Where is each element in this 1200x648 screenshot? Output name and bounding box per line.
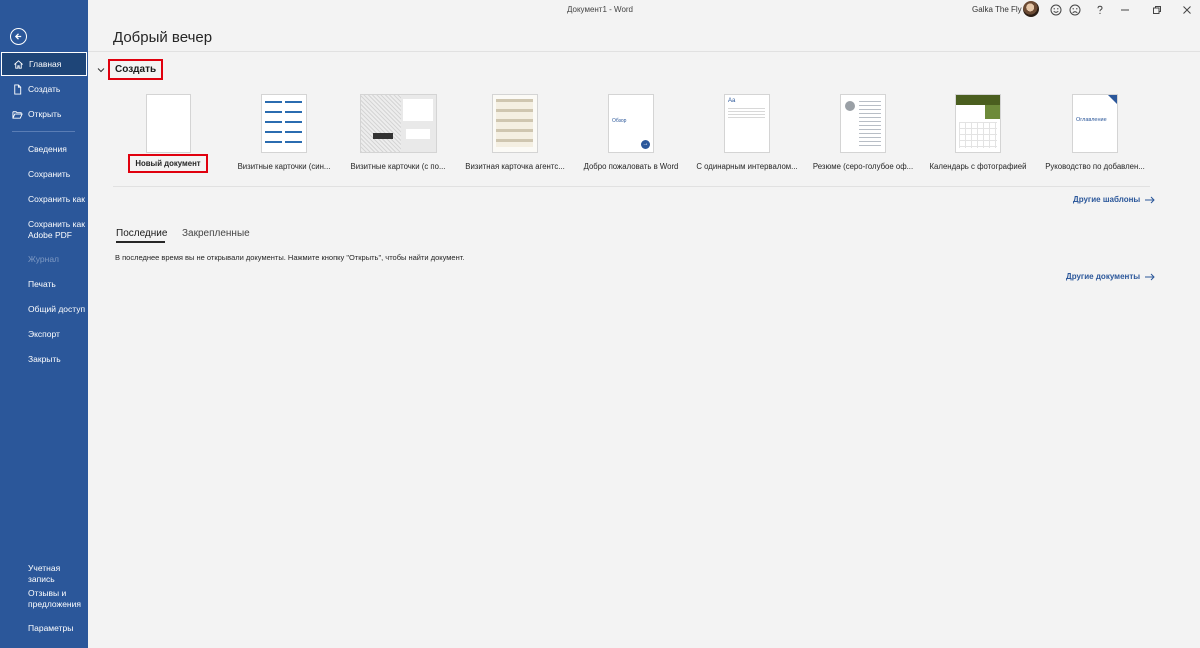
arrow-right-icon	[1145, 196, 1155, 203]
template-label: Календарь с фотографией	[929, 162, 1027, 171]
nav-save-as-label: Сохранить как	[28, 194, 85, 204]
page-title: Добрый вечер	[113, 29, 213, 46]
nav-home[interactable]: Главная	[1, 52, 87, 76]
nav-save-as[interactable]: Сохранить как	[0, 194, 88, 205]
nav-share-label: Общий доступ	[28, 304, 86, 314]
template-label: Визитные карточки (син...	[237, 162, 331, 171]
more-documents-label: Другие документы	[1066, 272, 1141, 281]
template-thumbnail	[840, 94, 886, 153]
chevron-down-icon	[97, 67, 105, 72]
nav-account[interactable]: Учетная запись	[0, 563, 88, 585]
template-label: Визитная карточка агентс...	[465, 162, 565, 171]
nav-options-label: Параметры	[28, 623, 74, 633]
title-bar: Документ1 - Word Galka The Fly	[88, 0, 1200, 22]
template-thumbnail	[145, 94, 191, 153]
nav-close-label: Закрыть	[28, 354, 61, 364]
template-thumbnail	[492, 94, 538, 153]
template-thumbnail: Обзор →	[608, 94, 654, 153]
nav-options[interactable]: Параметры	[0, 623, 88, 634]
template-label: Руководство по добавлен...	[1045, 162, 1145, 171]
tab-pinned[interactable]: Закрепленные	[182, 228, 250, 239]
nav-home-label: Главная	[29, 58, 62, 69]
template-resume-grey-blue[interactable]: Резюме (серо-голубое оф...	[808, 94, 918, 171]
home-icon	[14, 60, 23, 69]
template-photo-calendar[interactable]: Календарь с фотографией	[923, 94, 1033, 171]
create-section-title: Создать	[108, 59, 164, 80]
template-business-cards-pattern[interactable]: Визитные карточки (с по...	[343, 94, 453, 171]
frown-icon[interactable]	[1068, 3, 1082, 17]
nav-info[interactable]: Сведения	[0, 144, 88, 155]
nav-history: Журнал	[0, 254, 88, 265]
nav-print-label: Печать	[28, 279, 56, 289]
create-section-header[interactable]: Создать	[97, 59, 164, 80]
nav-close[interactable]: Закрыть	[0, 354, 88, 365]
template-thumbnail	[261, 94, 307, 153]
template-single-spaced[interactable]: Aa С одинарным интервалом...	[692, 94, 802, 171]
restore-icon[interactable]	[1150, 3, 1164, 17]
folder-open-icon	[12, 111, 23, 119]
nav-open-label: Открыть	[28, 109, 62, 119]
nav-print[interactable]: Печать	[0, 279, 88, 290]
nav-feedback-label-line1: Отзывы и	[28, 588, 67, 598]
more-documents-link[interactable]: Другие документы	[1066, 272, 1155, 281]
close-icon[interactable]	[1180, 3, 1194, 17]
sidebar-divider	[12, 131, 75, 132]
template-thumb-text: Aa	[728, 98, 736, 104]
nav-share[interactable]: Общий доступ	[0, 304, 88, 315]
minimize-icon[interactable]	[1118, 3, 1132, 17]
avatar[interactable]	[1023, 1, 1039, 17]
arrow-right-icon: →	[641, 140, 650, 149]
template-thumbnail	[955, 94, 1001, 153]
nav-feedback[interactable]: Отзывы и предложения	[0, 588, 88, 610]
more-templates-link[interactable]: Другие шаблоны	[1073, 195, 1155, 204]
help-icon[interactable]	[1093, 3, 1107, 17]
more-templates-label: Другие шаблоны	[1073, 195, 1141, 204]
template-agency-business-card[interactable]: Визитная карточка агентс...	[460, 94, 570, 171]
template-thumbnail	[359, 94, 437, 153]
back-arrow-icon	[14, 33, 22, 40]
template-label: Новый документ	[128, 154, 208, 173]
tab-recent-underline	[116, 241, 165, 243]
templates-divider	[113, 186, 1150, 187]
template-label: Резюме (серо-голубое оф...	[812, 162, 914, 171]
nav-history-label: Журнал	[28, 254, 60, 264]
header-divider	[88, 51, 1200, 52]
template-thumb-text: Обзор	[612, 118, 627, 124]
backstage-sidebar: Главная Создать Открыть Сведения Сохрани…	[0, 0, 88, 648]
nav-save[interactable]: Сохранить	[0, 169, 88, 180]
template-business-cards-blue[interactable]: Визитные карточки (син...	[229, 94, 339, 171]
template-toc-guide[interactable]: Оглавление Руководство по добавлен...	[1040, 94, 1150, 171]
arrow-right-icon	[1145, 273, 1155, 280]
window-title: Документ1 - Word	[566, 5, 633, 14]
nav-save-pdf-label-line1: Сохранить как	[28, 219, 85, 229]
template-thumb-text: Оглавление	[1076, 117, 1107, 123]
template-welcome-to-word[interactable]: Обзор → Добро пожаловать в Word	[576, 94, 686, 171]
nav-new[interactable]: Создать	[0, 84, 88, 95]
nav-account-label: Учетная запись	[28, 563, 61, 584]
smile-icon[interactable]	[1049, 3, 1063, 17]
user-name[interactable]: Galka The Fly	[972, 5, 1022, 14]
nav-save-as-pdf[interactable]: Сохранить как Adobe PDF	[0, 219, 88, 241]
back-button[interactable]	[10, 28, 27, 45]
nav-info-label: Сведения	[28, 144, 67, 154]
template-blank-document[interactable]: Новый документ	[113, 94, 223, 173]
template-label: Добро пожаловать в Word	[583, 162, 679, 171]
nav-export-label: Экспорт	[28, 329, 60, 339]
empty-recent-message: В последнее время вы не открывали докуме…	[115, 253, 465, 262]
template-label: С одинарным интервалом...	[696, 162, 798, 171]
nav-feedback-label-line2: предложения	[28, 599, 81, 609]
nav-save-pdf-label-line2: Adobe PDF	[28, 230, 72, 240]
nav-open[interactable]: Открыть	[0, 109, 88, 120]
template-thumbnail: Aa	[724, 94, 770, 153]
tab-recent[interactable]: Последние	[116, 228, 167, 239]
new-document-icon	[14, 84, 22, 95]
template-label: Визитные карточки (с по...	[350, 162, 446, 171]
template-thumbnail: Оглавление	[1072, 94, 1118, 153]
nav-save-label: Сохранить	[28, 169, 71, 179]
nav-new-label: Создать	[28, 84, 61, 94]
nav-export[interactable]: Экспорт	[0, 329, 88, 340]
